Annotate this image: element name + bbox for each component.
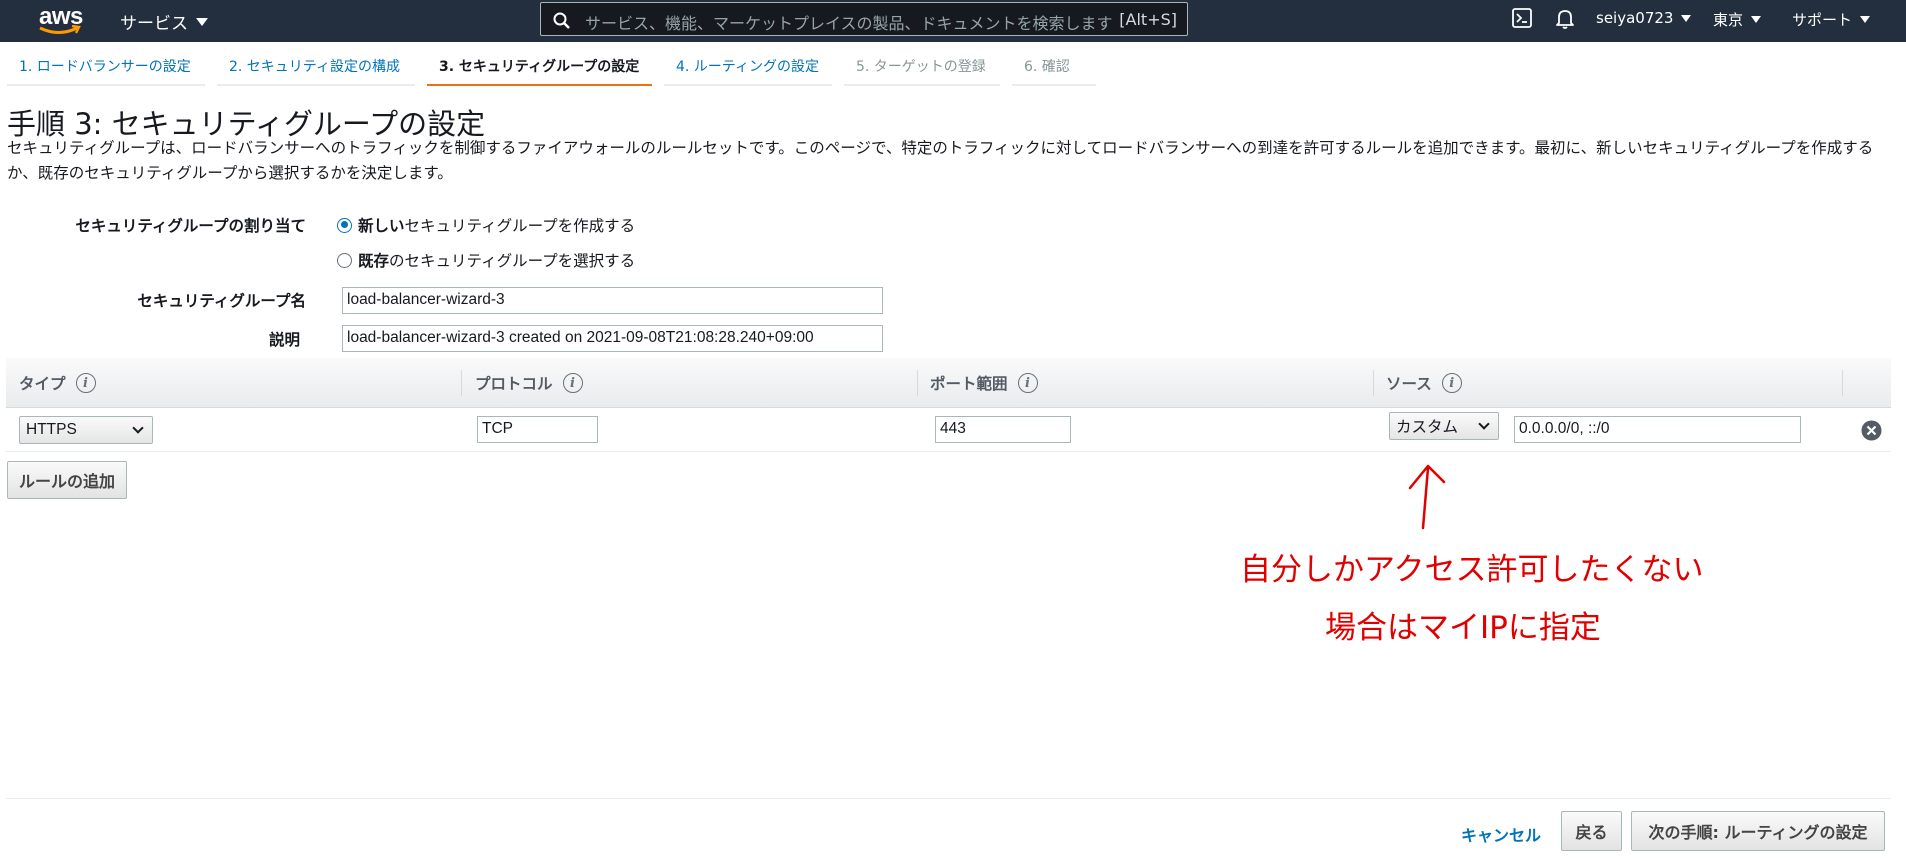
rules-table-header: タイプ i プロトコル i ポート範囲 i ソース i: [6, 358, 1891, 408]
annotation-line-2: 場合はマイIPに指定: [1325, 610, 1601, 646]
security-group-name-label: セキュリティグループ名: [137, 292, 306, 310]
next-routing-button[interactable]: 次の手順: ルーティングの設定: [1631, 811, 1885, 851]
caret-down-icon: [1751, 16, 1762, 23]
table-row: HTTPS TCP 443 カスタム 0.0.0.0/0, ::/0: [6, 408, 1891, 452]
radio-button-checked[interactable]: [337, 217, 352, 233]
radio-label-new: 新しいセキュリティグループを作成する: [358, 217, 636, 235]
column-divider: [461, 370, 462, 396]
services-label: サービス: [120, 14, 188, 34]
description-input[interactable]: load-balancer-wizard-3 created on 2021-0…: [342, 325, 883, 352]
port-range-input[interactable]: 443: [935, 416, 1071, 443]
search-shortcut: [Alt+S]: [1119, 10, 1177, 29]
step-active-indicator: [427, 84, 652, 86]
chevron-down-icon: [1478, 417, 1490, 430]
search-placeholder: サービス、機能、マーケットプレイスの製品、ドキュメントを検索します: [585, 14, 1113, 33]
chevron-down-icon: [132, 421, 144, 434]
description-label: 説明: [268, 331, 300, 349]
info-icon[interactable]: i: [1017, 373, 1038, 393]
wizard-steps: 1. ロードバランサーの設定 2. セキュリティ設定の構成 3. セキュリティグ…: [0, 42, 1906, 88]
support-label: サポート: [1792, 11, 1853, 29]
step-1-load-balancer[interactable]: 1. ロードバランサーの設定: [7, 56, 191, 76]
column-header-protocol: プロトコル i: [475, 372, 583, 394]
column-header-port-range: ポート範囲 i: [930, 372, 1038, 394]
source-cidr-input[interactable]: 0.0.0.0/0, ::/0: [1514, 416, 1801, 443]
top-navigation-bar: aws サービス サービス、機能、マーケットプレイスの製品、ドキュメントを検索し…: [0, 0, 1906, 42]
column-header-source: ソース i: [1386, 372, 1462, 394]
radio-select-existing-security-group[interactable]: 既存のセキュリティグループを選択する: [337, 249, 635, 271]
radio-button-unchecked[interactable]: [337, 252, 352, 268]
support-menu[interactable]: サポート: [1792, 9, 1871, 30]
column-divider: [917, 370, 918, 396]
region-label: 東京: [1713, 11, 1744, 29]
search-input[interactable]: サービス、機能、マーケットプレイスの製品、ドキュメントを検索します [Alt+S…: [540, 2, 1188, 36]
remove-rule-icon[interactable]: [1861, 420, 1882, 441]
services-menu[interactable]: サービス: [120, 9, 208, 34]
annotation-arrow-icon: [1408, 464, 1446, 530]
protocol-input[interactable]: TCP: [477, 416, 598, 443]
search-icon: [553, 12, 570, 29]
add-rule-button[interactable]: ルールの追加: [7, 461, 128, 499]
notification-bell-icon[interactable]: [1555, 8, 1575, 30]
page-description: セキュリティグループは、ロードバランサーへのトラフィックを制御するファイアウォー…: [7, 139, 1874, 182]
step-2-security-settings[interactable]: 2. セキュリティ設定の構成: [217, 56, 400, 76]
caret-down-icon: [1681, 14, 1692, 22]
step-divider: [7, 84, 205, 86]
region-menu[interactable]: 東京: [1713, 9, 1762, 30]
assign-security-group-label: セキュリティグループの割り当て: [75, 217, 306, 235]
step-divider: [217, 84, 415, 86]
caret-down-icon: [1860, 16, 1871, 23]
cloudshell-icon[interactable]: [1512, 8, 1532, 28]
aws-smile-icon: [39, 25, 81, 34]
step-5-register-targets: 5. ターゲットの登録: [856, 59, 986, 75]
radio-create-new-security-group[interactable]: 新しいセキュリティグループを作成する: [337, 214, 635, 236]
step-6-review: 6. 確認: [1024, 59, 1070, 75]
column-divider: [1373, 370, 1374, 396]
rule-type-select[interactable]: HTTPS: [19, 416, 153, 444]
radio-label-existing: 既存のセキュリティグループを選択する: [358, 252, 636, 270]
footer-divider: [6, 798, 1891, 799]
info-icon[interactable]: i: [562, 373, 583, 393]
step-divider: [1012, 84, 1096, 86]
account-menu[interactable]: seiya0723: [1596, 9, 1692, 27]
aws-logo[interactable]: aws: [37, 3, 83, 35]
step-divider: [844, 84, 1000, 86]
step-divider: [664, 84, 832, 86]
account-username: seiya0723: [1596, 9, 1674, 27]
annotation-line-1: 自分しかアクセス許可したくない: [1240, 552, 1703, 588]
back-button[interactable]: 戻る: [1561, 811, 1622, 851]
security-group-name-input[interactable]: load-balancer-wizard-3: [342, 287, 883, 314]
info-icon[interactable]: i: [75, 373, 96, 393]
column-divider: [1842, 370, 1843, 396]
cancel-button[interactable]: キャンセル: [1461, 822, 1541, 846]
step-3-security-groups[interactable]: 3. セキュリティグループの設定: [427, 56, 639, 76]
info-icon[interactable]: i: [1441, 373, 1462, 393]
handwritten-annotation: 自分しかアクセス許可したくない 場合はマイIPに指定: [1240, 464, 1703, 646]
source-type-select[interactable]: カスタム: [1389, 412, 1499, 440]
caret-down-icon: [196, 17, 208, 26]
column-header-type: タイプ i: [19, 372, 96, 394]
step-4-routing[interactable]: 4. ルーティングの設定: [664, 56, 819, 76]
